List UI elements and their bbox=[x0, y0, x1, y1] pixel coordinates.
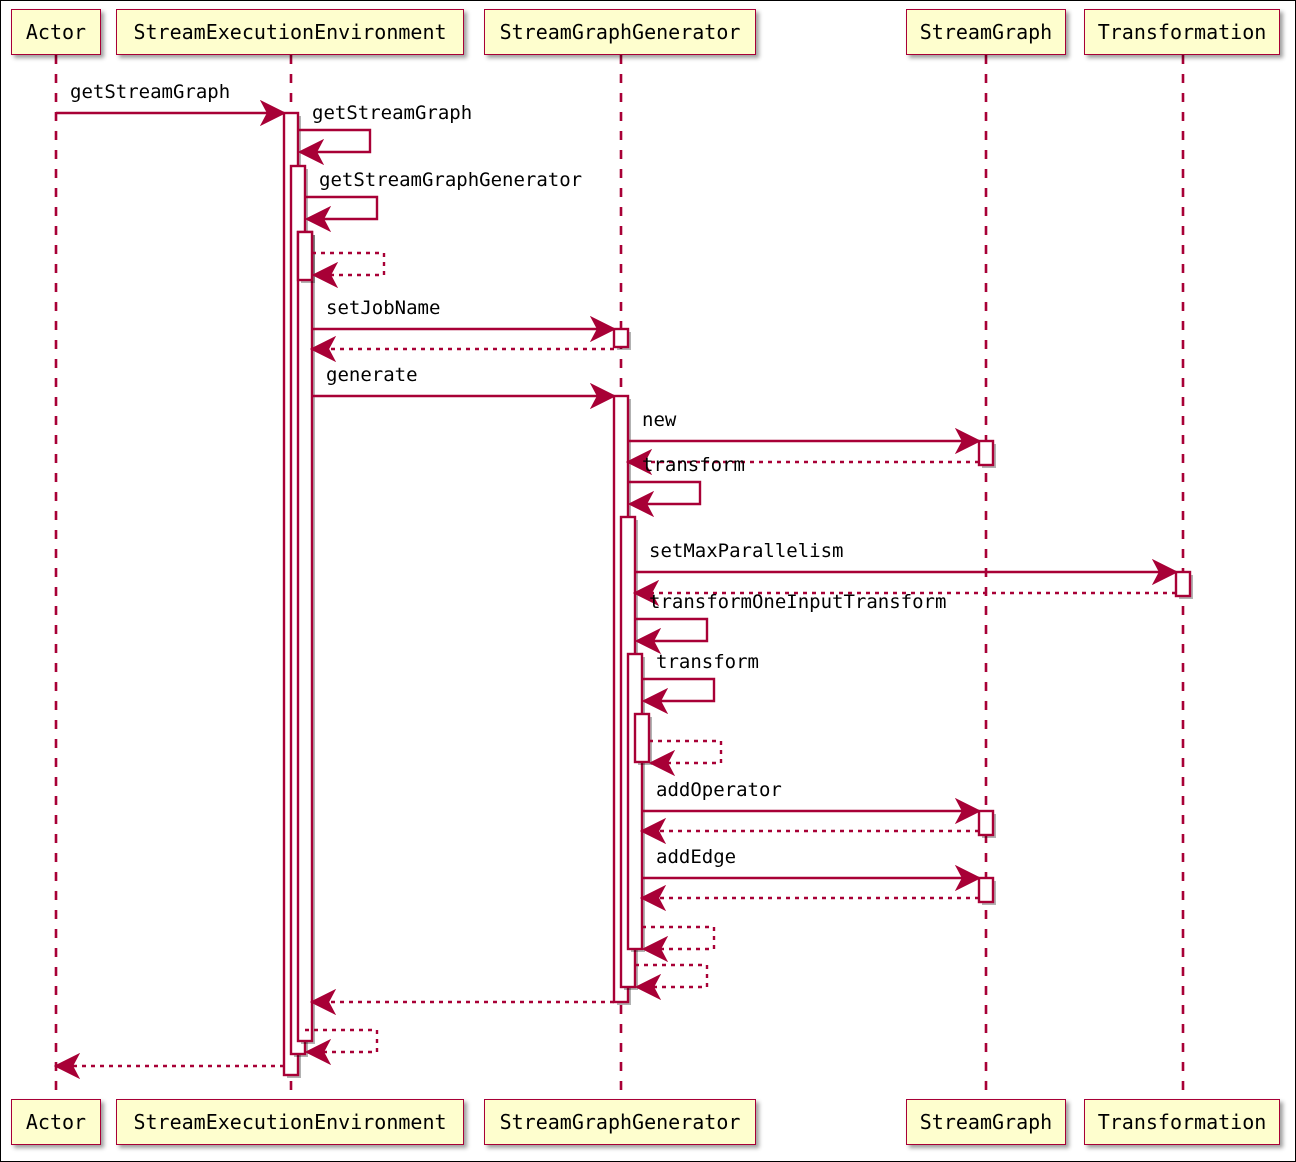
message-label-generate: generate bbox=[326, 364, 418, 386]
participant-label: StreamGraphGenerator bbox=[499, 20, 741, 44]
participant-foot-transformation[interactable]: Transformation bbox=[1084, 1099, 1280, 1145]
participant-foot-streamgraphgenerator[interactable]: StreamGraphGenerator bbox=[484, 1099, 756, 1145]
self-message-path bbox=[641, 677, 716, 715]
participant-head-streamgraphgenerator[interactable]: StreamGraphGenerator bbox=[484, 9, 756, 55]
activation-bar-streamexecutionenvironment bbox=[296, 230, 314, 1043]
message-label-getstreamgraph: getStreamGraph bbox=[312, 102, 473, 124]
diagram-vector-layer bbox=[53, 55, 1193, 1099]
activation-bar-transformation bbox=[1174, 570, 1192, 598]
self-message-path bbox=[304, 1028, 379, 1066]
participant-head-streamexecutionenvironment[interactable]: StreamExecutionEnvironment bbox=[116, 9, 464, 55]
self-message-path bbox=[634, 617, 709, 655]
self-message-path bbox=[304, 195, 379, 233]
message-label-setjobname: setJobName bbox=[326, 297, 441, 319]
participant-foot-streamgraph[interactable]: StreamGraph bbox=[906, 1099, 1066, 1145]
activation-bar-streamgraphgenerator bbox=[626, 652, 644, 951]
sequence-diagram-canvas: Actor Actor StreamExecutionEnvironment Stre… bbox=[0, 0, 1296, 1162]
activation-bar-streamexecutionenvironment bbox=[296, 230, 314, 282]
message-label-transform: transform bbox=[642, 454, 745, 476]
message-label-new: new bbox=[642, 409, 677, 431]
message-label-getstreamgraphgenerator: getStreamGraphGenerator bbox=[319, 169, 583, 191]
message-label-getstreamgraph: getStreamGraph bbox=[70, 81, 231, 103]
participant-label: StreamGraphGenerator bbox=[499, 1110, 741, 1134]
activation-bar-streamgraph bbox=[977, 876, 995, 904]
participant-head-streamgraph[interactable]: StreamGraph bbox=[906, 9, 1066, 55]
activation-bar-streamgraphgenerator bbox=[612, 327, 630, 349]
activation-bar-streamgraph bbox=[977, 439, 995, 467]
participant-foot-actor[interactable]: Actor bbox=[11, 1099, 101, 1145]
participant-label: StreamGraph bbox=[919, 20, 1053, 44]
participant-label: Actor bbox=[25, 20, 87, 44]
message-label-transform: transform bbox=[656, 651, 759, 673]
participant-label: Transformation bbox=[1097, 1110, 1267, 1134]
participant-label: Actor bbox=[25, 1110, 87, 1134]
activation-bar-streamgraphgenerator bbox=[633, 712, 651, 764]
message-label-setmaxparallelism: setMaxParallelism bbox=[649, 540, 844, 562]
activation-bar-streamgraph bbox=[977, 809, 995, 837]
participant-label: Transformation bbox=[1097, 20, 1267, 44]
self-message-path bbox=[648, 739, 723, 777]
participant-head-actor[interactable]: Actor bbox=[11, 9, 101, 55]
participant-label: StreamExecutionEnvironment bbox=[133, 1110, 447, 1134]
participant-head-transformation[interactable]: Transformation bbox=[1084, 9, 1280, 55]
self-message-path bbox=[641, 925, 716, 963]
message-label-addedge: addEdge bbox=[656, 846, 737, 868]
self-message-path bbox=[634, 963, 709, 1001]
self-message-path bbox=[627, 480, 702, 518]
self-message-path bbox=[311, 251, 386, 289]
self-message-path bbox=[297, 128, 372, 166]
message-label-transformoneinputtransform: transformOneInputTransform bbox=[649, 591, 947, 613]
message-label-addoperator: addOperator bbox=[656, 779, 782, 801]
participant-label: StreamExecutionEnvironment bbox=[133, 20, 447, 44]
participant-foot-streamexecutionenvironment[interactable]: StreamExecutionEnvironment bbox=[116, 1099, 464, 1145]
participant-label: StreamGraph bbox=[919, 1110, 1053, 1134]
